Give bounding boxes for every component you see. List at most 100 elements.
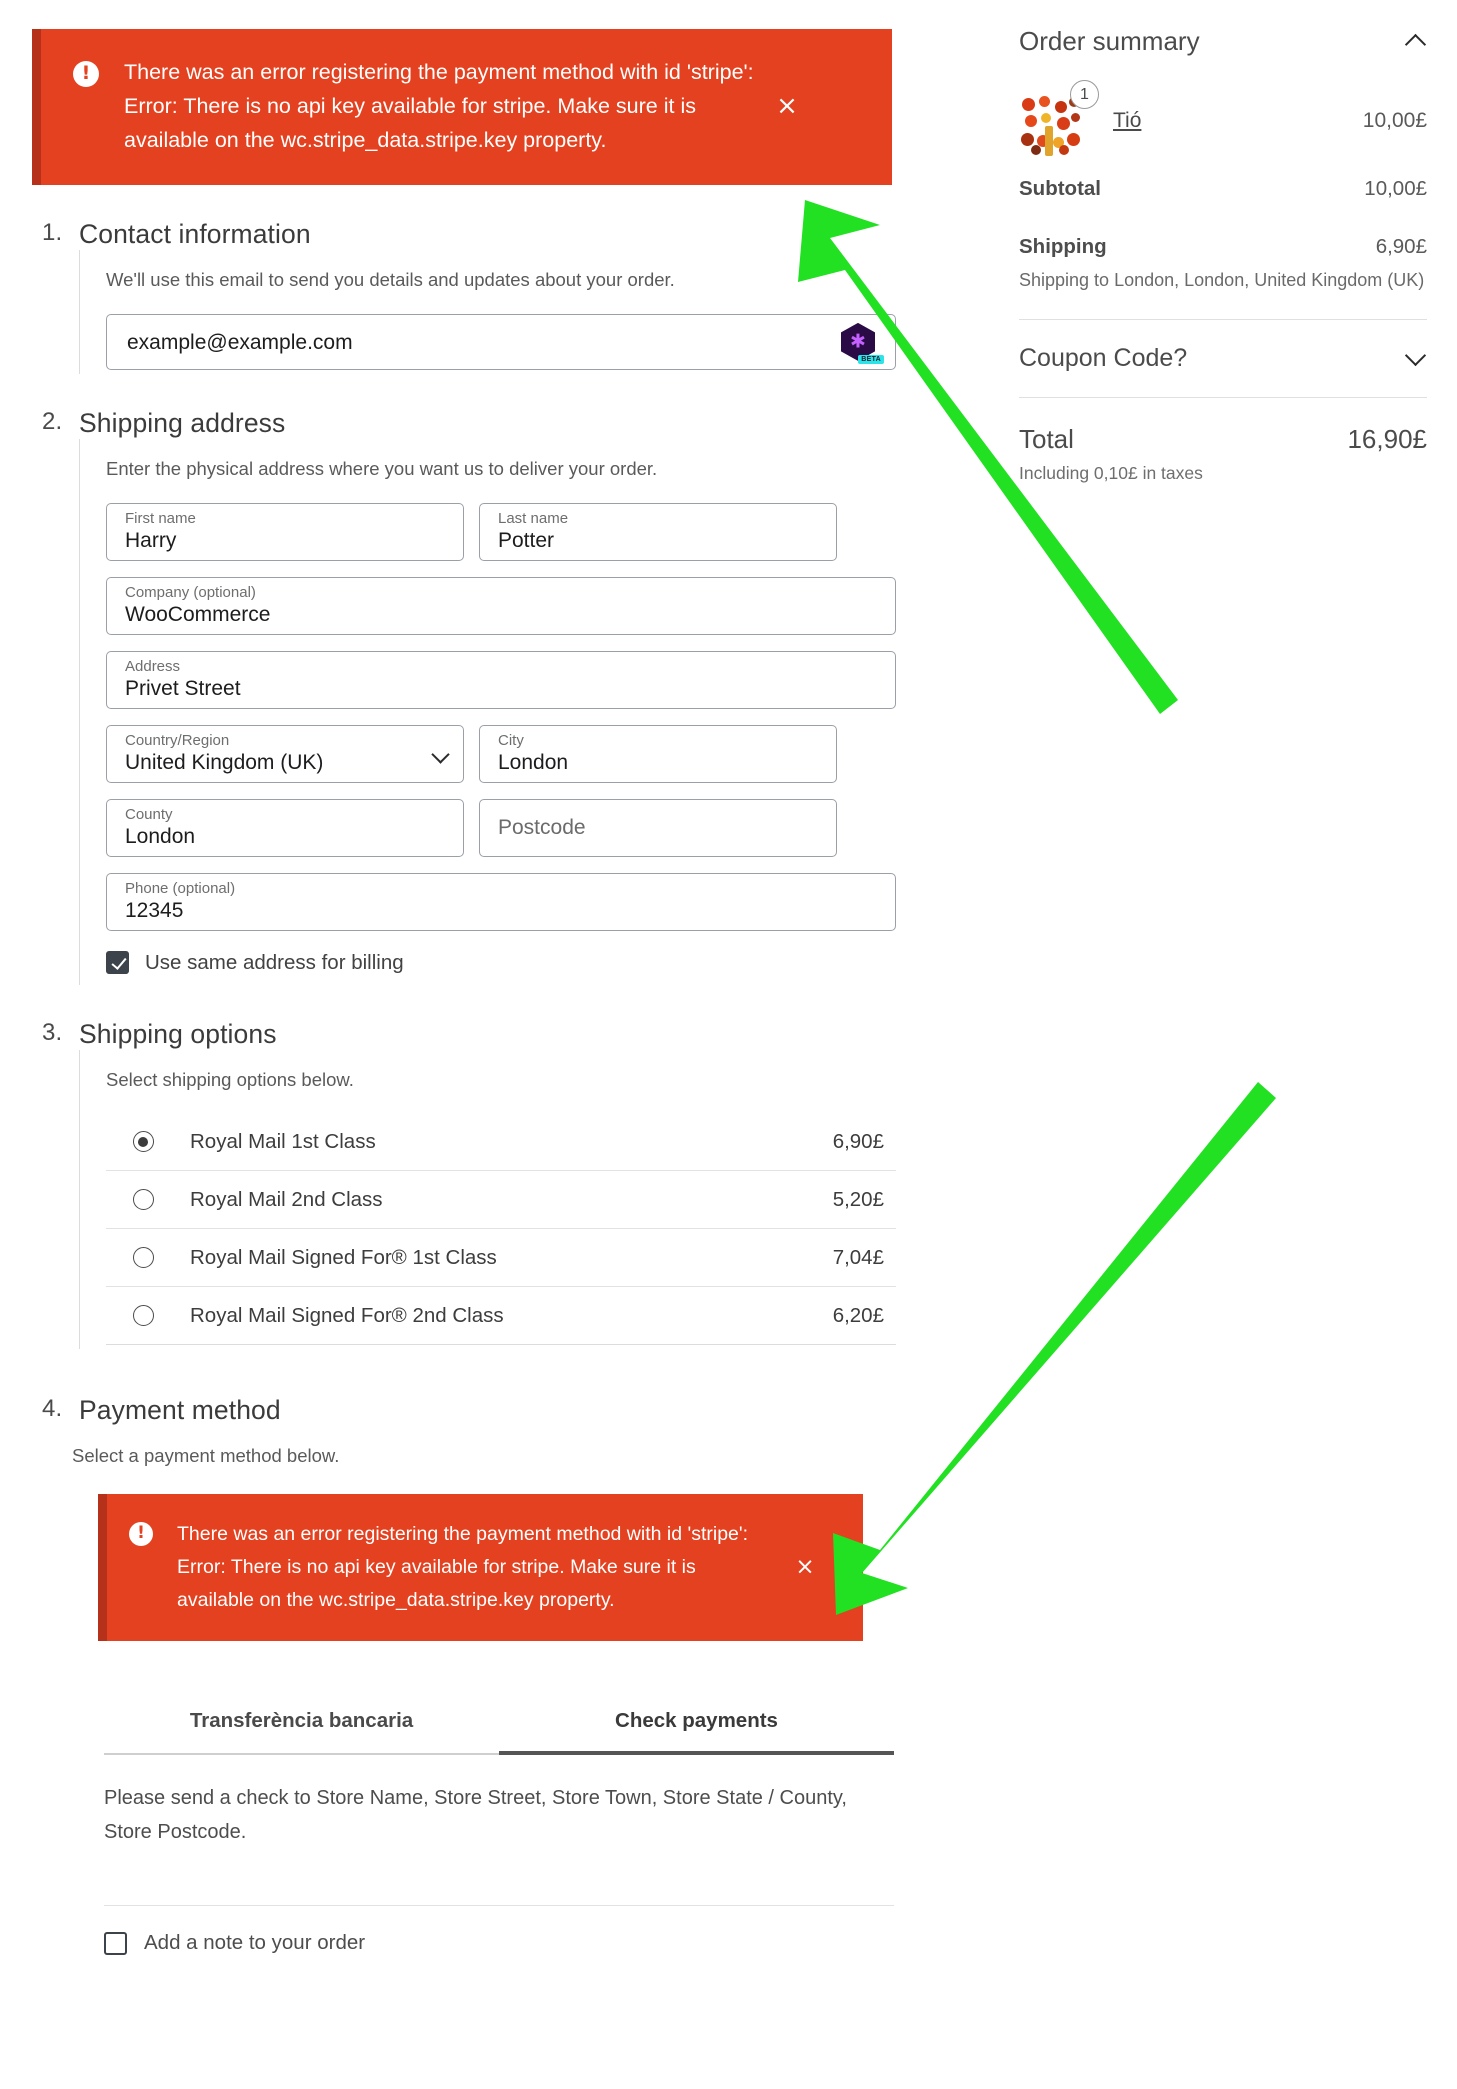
product-name-link[interactable]: Tió bbox=[1113, 109, 1363, 133]
shipping-row: Shipping 6,90£ bbox=[1019, 235, 1427, 259]
step-shipping-address-description: Enter the physical address where you wan… bbox=[106, 457, 658, 479]
subtotal-value: 10,00£ bbox=[1364, 177, 1427, 200]
step-shipping-options-body: Select shipping options below. Royal Mai… bbox=[79, 1049, 900, 1350]
checkout-main-column: ! There was an error registering the pay… bbox=[0, 0, 900, 1959]
payment-tab-content: Please send a check to Store Name, Store… bbox=[104, 1787, 847, 1844]
step-shipping-address: 2. Shipping address Enter the physical a… bbox=[0, 408, 900, 985]
radio-icon[interactable] bbox=[133, 1189, 154, 1211]
email-field[interactable]: example@example.com ✱ BETA bbox=[106, 313, 896, 370]
order-summary-header[interactable]: Order summary bbox=[1019, 0, 1427, 57]
beta-badge: BETA bbox=[858, 354, 884, 364]
chevron-down-icon bbox=[431, 744, 450, 764]
shipping-option-row[interactable]: Royal Mail Signed For® 1st Class 7,04£ bbox=[106, 1229, 896, 1288]
phone-value: 12345 bbox=[125, 898, 184, 922]
step-payment-method: 4. Payment method Select a payment metho… bbox=[0, 1395, 900, 1959]
shipping-option-label: Royal Mail Signed For® 1st Class bbox=[190, 1245, 497, 1269]
chevron-up-icon[interactable] bbox=[1404, 33, 1427, 56]
address-value: Privet Street bbox=[125, 676, 241, 700]
order-summary-title: Order summary bbox=[1019, 26, 1200, 56]
phone-input[interactable]: Phone (optional) 12345 bbox=[106, 872, 896, 931]
step-shipping-options: 3. Shipping options Select shipping opti… bbox=[0, 1019, 900, 1350]
radio-selected-icon[interactable] bbox=[133, 1131, 154, 1153]
step-payment-method-description: Select a payment method below. bbox=[72, 1445, 340, 1467]
shipping-value: 6,90£ bbox=[1375, 235, 1427, 258]
step-shipping-options-description: Select shipping options below. bbox=[106, 1068, 354, 1090]
step-payment-method-title: Payment method bbox=[79, 1395, 281, 1426]
shipping-option-label: Royal Mail 2nd Class bbox=[190, 1187, 383, 1211]
step-payment-method-body: Select a payment method below. ! There w… bbox=[71, 1426, 900, 1959]
shipping-option-row[interactable]: Royal Mail 2nd Class 5,20£ bbox=[106, 1171, 896, 1230]
phone-label: Phone (optional) bbox=[125, 879, 236, 897]
radio-icon[interactable] bbox=[133, 1305, 154, 1327]
payment-method-tabs: Transferència bancaria Check payments bbox=[104, 1709, 894, 1756]
close-icon[interactable]: × bbox=[777, 1556, 833, 1579]
country-select[interactable]: Country/Region United Kingdom (UK) bbox=[106, 724, 464, 783]
last-name-label: Last name bbox=[498, 509, 569, 527]
shipping-option-label: Royal Mail Signed For® 2nd Class bbox=[190, 1303, 504, 1327]
order-note-checkbox-row[interactable]: Add a note to your order bbox=[104, 1931, 900, 1955]
step-contact-number: 1. bbox=[42, 219, 63, 246]
radio-icon[interactable] bbox=[133, 1247, 154, 1269]
shipping-label: Shipping bbox=[1019, 235, 1107, 258]
checkbox-icon[interactable] bbox=[104, 1931, 127, 1955]
postcode-input[interactable]: Postcode bbox=[479, 798, 837, 857]
country-label: Country/Region bbox=[125, 731, 230, 749]
step-contact-body: We'll use this email to send you details… bbox=[79, 250, 900, 374]
step-shipping-options-title: Shipping options bbox=[79, 1018, 277, 1049]
county-label: County bbox=[125, 805, 173, 823]
coupon-code-label: Coupon Code? bbox=[1019, 344, 1188, 373]
shipping-option-label: Royal Mail 1st Class bbox=[190, 1129, 376, 1153]
step-shipping-address-title: Shipping address bbox=[79, 407, 286, 438]
section-divider bbox=[104, 1905, 894, 1907]
shipping-option-row[interactable]: Royal Mail Signed For® 2nd Class 6,20£ bbox=[106, 1287, 896, 1346]
city-input[interactable]: City London bbox=[479, 724, 837, 783]
page-title: Contact information bbox=[79, 219, 311, 249]
address-label: Address bbox=[125, 657, 181, 675]
last-name-input[interactable]: Last name Potter bbox=[479, 502, 837, 561]
order-note-label: Add a note to your order bbox=[144, 1931, 366, 1955]
county-input[interactable]: County London bbox=[106, 798, 464, 857]
county-postcode-row: County London Postcode bbox=[106, 798, 900, 873]
checkbox-checked-icon[interactable] bbox=[106, 951, 129, 975]
payment-error-message: There was an error registering the payme… bbox=[177, 1523, 749, 1612]
first-name-input[interactable]: First name Harry bbox=[106, 502, 464, 561]
email-value: example@example.com bbox=[127, 330, 353, 354]
top-error-message: There was an error registering the payme… bbox=[124, 60, 754, 152]
step-shipping-options-number: 3. bbox=[42, 1018, 63, 1046]
address-input[interactable]: Address Privet Street bbox=[106, 650, 896, 709]
shipping-option-price: 6,20£ bbox=[832, 1303, 884, 1327]
tab-transferencia-bancaria[interactable]: Transferència bancaria bbox=[104, 1709, 499, 1756]
chevron-down-icon[interactable] bbox=[1404, 345, 1427, 367]
quantity-badge: 1 bbox=[1070, 80, 1099, 109]
first-name-label: First name bbox=[125, 509, 196, 527]
company-input[interactable]: Company (optional) WooCommerce bbox=[106, 576, 896, 635]
alert-circle-icon: ! bbox=[73, 61, 99, 87]
total-label: Total bbox=[1019, 424, 1074, 455]
shipping-option-row[interactable]: Royal Mail 1st Class 6,90£ bbox=[106, 1113, 896, 1172]
city-label: City bbox=[498, 731, 524, 749]
tax-note: Including 0,10£ in taxes bbox=[1019, 463, 1203, 484]
name-row: First name Harry Last name Potter bbox=[106, 502, 900, 577]
subtotal-label: Subtotal bbox=[1019, 177, 1101, 200]
autofill-beta-icon[interactable]: ✱ BETA bbox=[841, 322, 884, 364]
shipping-option-price: 6,90£ bbox=[832, 1129, 884, 1153]
use-same-address-checkbox-row[interactable]: Use same address for billing bbox=[106, 951, 900, 975]
alert-circle-icon: ! bbox=[129, 1522, 153, 1547]
top-error-alert: ! There was an error registering the pay… bbox=[32, 29, 892, 185]
total-value: 16,90£ bbox=[1347, 424, 1427, 455]
step-shipping-address-number: 2. bbox=[42, 407, 63, 435]
last-name-value: Potter bbox=[498, 528, 555, 552]
product-price: 10,00£ bbox=[1362, 109, 1427, 132]
city-value: London bbox=[498, 750, 569, 774]
use-same-address-label: Use same address for billing bbox=[145, 950, 404, 974]
close-icon[interactable]: × bbox=[764, 93, 810, 119]
coupon-code-toggle[interactable]: Coupon Code? bbox=[1019, 320, 1427, 399]
country-value: United Kingdom (UK) bbox=[125, 750, 324, 774]
step-payment-method-heading: 4. Payment method bbox=[42, 1395, 900, 1426]
step-shipping-address-heading: 2. Shipping address bbox=[42, 407, 900, 439]
tab-check-payments[interactable]: Check payments bbox=[499, 1709, 894, 1756]
shipping-destination: Shipping to London, London, United Kingd… bbox=[1019, 270, 1425, 290]
payment-error-alert: ! There was an error registering the pay… bbox=[98, 1494, 863, 1642]
step-contact-description: We'll use this email to send you details… bbox=[106, 269, 675, 290]
total-row: Total 16,90£ bbox=[1019, 424, 1427, 455]
